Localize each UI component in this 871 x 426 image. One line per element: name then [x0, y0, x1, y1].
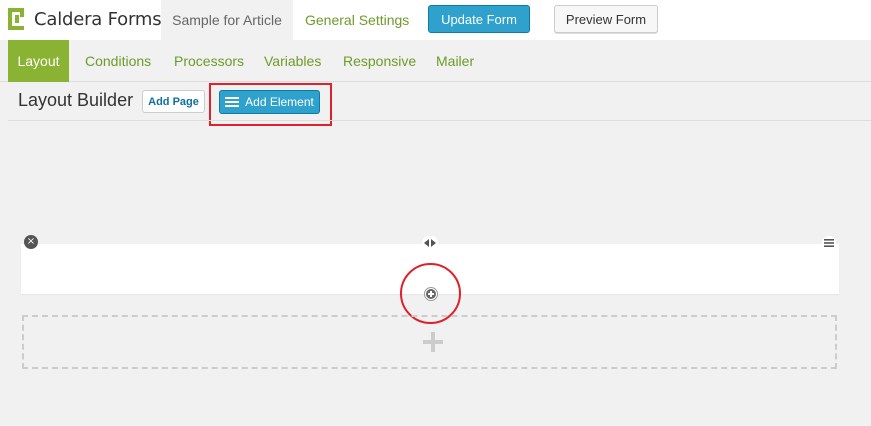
plus-icon [423, 332, 443, 352]
tab-responsive[interactable]: Responsive [343, 40, 416, 82]
builder-tabs: Layout Conditions Processors Variables R… [0, 40, 871, 82]
divider [8, 120, 871, 121]
tab-processors[interactable]: Processors [174, 40, 244, 82]
tab-mailer[interactable]: Mailer [436, 40, 474, 82]
tab-form-name[interactable]: Sample for Article [161, 0, 293, 40]
close-icon[interactable]: × [24, 235, 38, 249]
tab-variables[interactable]: Variables [264, 40, 321, 82]
update-form-button[interactable]: Update Form [428, 5, 530, 33]
resize-icon[interactable] [422, 236, 438, 249]
caldera-logo-icon [8, 8, 28, 30]
layout-builder-title: Layout Builder [18, 90, 134, 110]
tab-conditions[interactable]: Conditions [85, 40, 151, 82]
top-bar: Caldera Forms Sample for Article General… [0, 0, 871, 40]
add-row-dropzone[interactable] [22, 315, 837, 369]
brand-logo: Caldera Forms [8, 8, 162, 30]
tab-layout[interactable]: Layout [8, 40, 69, 82]
preview-form-button[interactable]: Preview Form [554, 5, 658, 33]
add-page-button[interactable]: Add Page [142, 90, 205, 113]
brand-name: Caldera Forms [34, 8, 162, 30]
menu-icon[interactable] [822, 236, 836, 250]
tab-general-settings[interactable]: General Settings [305, 0, 409, 40]
